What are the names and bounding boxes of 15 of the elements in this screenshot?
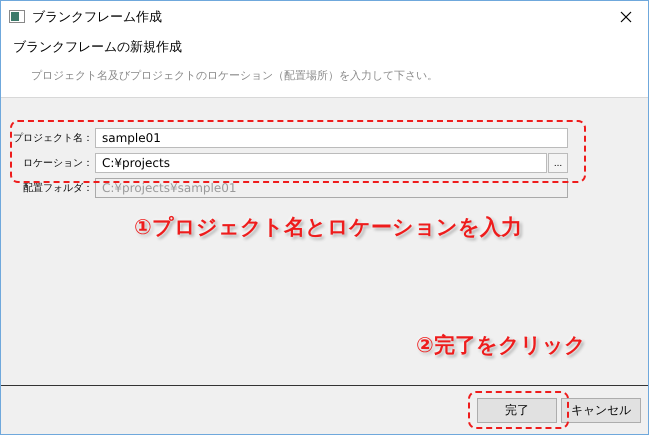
app-icon (9, 10, 25, 23)
dialog-button[interactable]: 完了 (477, 398, 557, 422)
input-field[interactable]: sample01 (95, 128, 568, 148)
annotation-text: ②完了をクリック (416, 332, 586, 359)
dialog-button[interactable]: キャンセル (561, 398, 641, 422)
browse-button[interactable]: ... (548, 153, 568, 173)
field-label: プロジェクト名： (12, 132, 93, 145)
field-label: 配置フォルダ： (22, 182, 93, 195)
close-icon[interactable] (620, 10, 632, 22)
header-description: プロジェクト名及びプロジェクトのロケーション（配置場所）を入力して下さい。 (31, 68, 439, 83)
field-label: ロケーション： (22, 157, 93, 170)
annotation-text: ①プロジェクト名とロケーションを入力 (134, 214, 522, 241)
window-title: ブランクフレーム作成 (32, 8, 163, 26)
input-field[interactable]: C:¥projects (95, 153, 547, 173)
header-title: ブランクフレームの新規作成 (13, 39, 183, 56)
